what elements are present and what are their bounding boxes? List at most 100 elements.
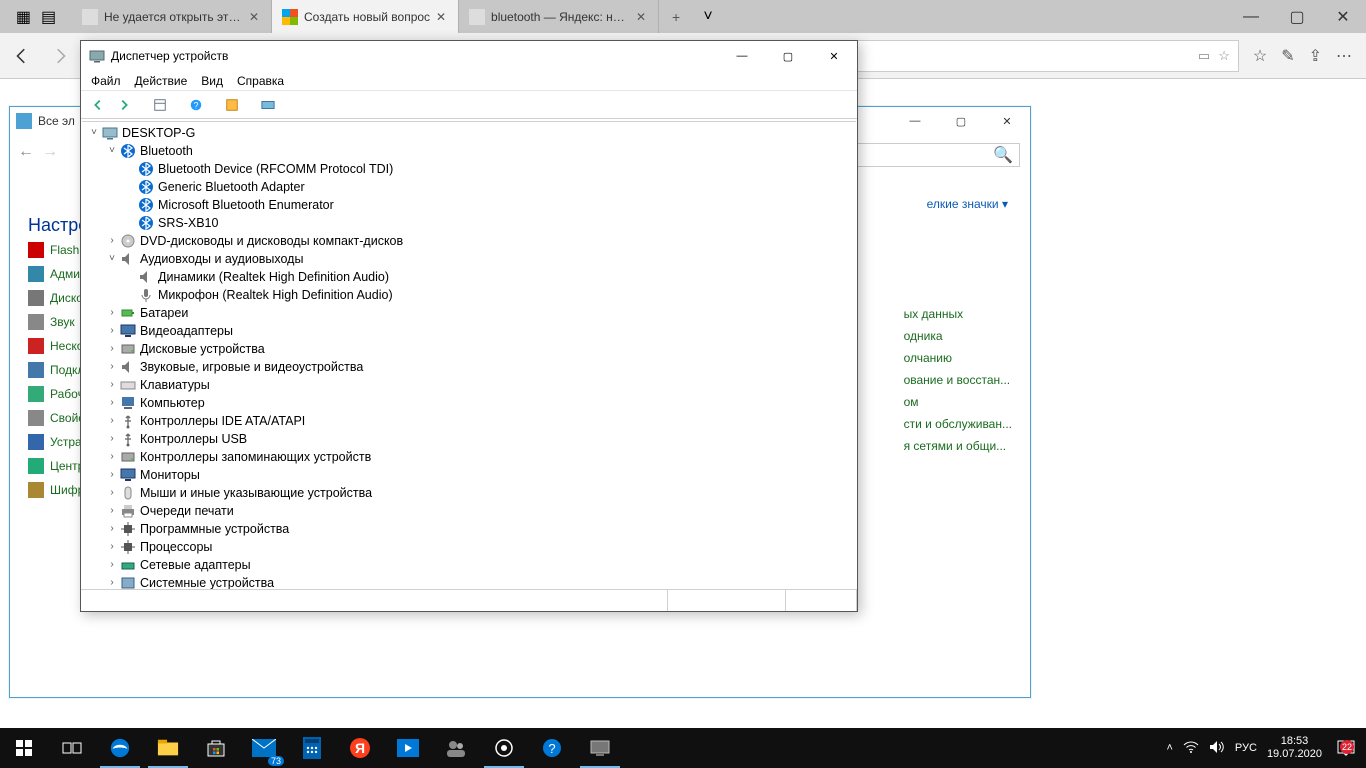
tree-node[interactable]: ›Батареи bbox=[84, 304, 856, 322]
share-icon[interactable]: ⇪ bbox=[1309, 46, 1322, 66]
reading-icon[interactable]: ▭ bbox=[1198, 48, 1210, 64]
dm-menu-item[interactable]: Действие bbox=[135, 74, 188, 88]
expand-toggle[interactable]: ˅ bbox=[106, 250, 118, 268]
tree-node[interactable]: ›DVD-дисководы и дисководы компакт-диско… bbox=[84, 232, 856, 250]
expand-toggle[interactable]: › bbox=[106, 340, 118, 358]
cp-forward-button[interactable]: → bbox=[42, 143, 58, 161]
maximize-button[interactable]: ▢ bbox=[1274, 0, 1320, 33]
tb-mail[interactable]: 73 bbox=[240, 728, 288, 768]
tool-back[interactable] bbox=[87, 94, 109, 116]
cp-link[interactable]: ование и восстан... bbox=[904, 373, 1012, 387]
dm-minimize[interactable]: — bbox=[719, 41, 765, 71]
expand-toggle[interactable]: › bbox=[106, 376, 118, 394]
cp-maximize[interactable]: ▢ bbox=[938, 107, 984, 135]
tree-node[interactable]: Generic Bluetooth Adapter bbox=[84, 178, 856, 196]
cp-view-mode[interactable]: елкие значки ▾ bbox=[927, 197, 1008, 211]
expand-toggle[interactable]: › bbox=[106, 502, 118, 520]
tree-node[interactable]: Микрофон (Realtek High Definition Audio) bbox=[84, 286, 856, 304]
expand-toggle[interactable]: › bbox=[106, 484, 118, 502]
cp-minimize[interactable]: — bbox=[892, 107, 938, 135]
dm-menu-item[interactable]: Справка bbox=[237, 74, 284, 88]
dm-menu-item[interactable]: Вид bbox=[201, 74, 223, 88]
tree-node[interactable]: ›Видеоадаптеры bbox=[84, 322, 856, 340]
tool-help[interactable]: ? bbox=[185, 94, 207, 116]
dm-menu-item[interactable]: Файл bbox=[91, 74, 121, 88]
tool-scan[interactable] bbox=[257, 94, 279, 116]
expand-toggle[interactable]: › bbox=[106, 520, 118, 538]
browser-tab[interactable]: Создать новый вопрос✕ bbox=[272, 0, 459, 33]
cp-link[interactable]: ых данных bbox=[904, 307, 1012, 321]
tb-explorer[interactable] bbox=[144, 728, 192, 768]
cp-link[interactable]: олчанию bbox=[904, 351, 1012, 365]
tree-node[interactable]: ›Дисковые устройства bbox=[84, 340, 856, 358]
notes-icon[interactable]: ✎ bbox=[1281, 46, 1294, 66]
tree-node[interactable]: ›Сетевые адаптеры bbox=[84, 556, 856, 574]
tb-yandex[interactable]: Я bbox=[336, 728, 384, 768]
tree-node[interactable]: ›Звуковые, игровые и видеоустройства bbox=[84, 358, 856, 376]
expand-toggle[interactable]: › bbox=[106, 538, 118, 556]
tree-node[interactable]: ˅Bluetooth bbox=[84, 142, 856, 160]
tree-node[interactable]: ›Клавиатуры bbox=[84, 376, 856, 394]
expand-toggle[interactable]: ˅ bbox=[88, 124, 100, 142]
tb-device-manager[interactable] bbox=[576, 728, 624, 768]
tree-node[interactable]: ›Программные устройства bbox=[84, 520, 856, 538]
tray-wifi-icon[interactable] bbox=[1183, 740, 1199, 757]
tree-node[interactable]: ›Компьютер bbox=[84, 394, 856, 412]
tray-clock[interactable]: 18:53 19.07.2020 bbox=[1267, 735, 1322, 761]
tb-edge[interactable] bbox=[96, 728, 144, 768]
browser-tab[interactable]: Не удается открыть эту стр✕ bbox=[72, 0, 272, 33]
tab-close-icon[interactable]: ✕ bbox=[434, 10, 448, 24]
tree-node[interactable]: Динамики (Realtek High Definition Audio) bbox=[84, 268, 856, 286]
expand-toggle[interactable]: › bbox=[106, 322, 118, 340]
tree-node[interactable]: ›Мониторы bbox=[84, 466, 856, 484]
tree-node[interactable]: ›Очереди печати bbox=[84, 502, 856, 520]
dm-tree[interactable]: ˅DESKTOP-G˅BluetoothBluetooth Device (RF… bbox=[82, 122, 856, 589]
tray-notifications[interactable]: 22 bbox=[1332, 740, 1360, 756]
forward-button[interactable] bbox=[44, 40, 76, 72]
expand-toggle[interactable]: › bbox=[106, 304, 118, 322]
more-icon[interactable]: ⋯ bbox=[1336, 46, 1352, 66]
tree-node[interactable]: ›Контроллеры IDE ATA/ATAPI bbox=[84, 412, 856, 430]
set-aside-icon[interactable]: ▦ bbox=[16, 7, 31, 27]
tree-node[interactable]: ›Процессоры bbox=[84, 538, 856, 556]
cp-link[interactable]: сти и обслуживан... bbox=[904, 417, 1012, 431]
expand-toggle[interactable]: › bbox=[106, 412, 118, 430]
tool-forward[interactable] bbox=[113, 94, 135, 116]
tray-volume-icon[interactable] bbox=[1209, 740, 1225, 757]
tree-node[interactable]: ›Контроллеры USB bbox=[84, 430, 856, 448]
tab-close-icon[interactable]: ✕ bbox=[247, 10, 261, 24]
tb-movies[interactable] bbox=[384, 728, 432, 768]
expand-toggle[interactable]: › bbox=[106, 574, 118, 589]
expand-toggle[interactable]: › bbox=[106, 466, 118, 484]
tab-preview-icon[interactable]: ▤ bbox=[41, 7, 56, 27]
dm-maximize[interactable]: ▢ bbox=[765, 41, 811, 71]
expand-toggle[interactable]: ˅ bbox=[106, 142, 118, 160]
tabs-dropdown[interactable]: ˅ bbox=[693, 0, 723, 33]
cp-close[interactable]: ✕ bbox=[984, 107, 1030, 135]
tree-node[interactable]: ›Системные устройства bbox=[84, 574, 856, 589]
tray-chevron[interactable]: ˄ bbox=[1166, 742, 1172, 754]
cp-back-button[interactable]: ← bbox=[18, 143, 34, 161]
cp-link[interactable]: одника bbox=[904, 329, 1012, 343]
tree-node[interactable]: SRS-XB10 bbox=[84, 214, 856, 232]
expand-toggle[interactable]: › bbox=[106, 232, 118, 250]
cp-link[interactable]: ом bbox=[904, 395, 1012, 409]
start-button[interactable] bbox=[0, 728, 48, 768]
tray-lang[interactable]: РУС bbox=[1235, 742, 1257, 754]
tree-node[interactable]: Microsoft Bluetooth Enumerator bbox=[84, 196, 856, 214]
favorite-icon[interactable]: ☆ bbox=[1218, 48, 1230, 64]
tb-people[interactable] bbox=[432, 728, 480, 768]
tool-properties[interactable] bbox=[221, 94, 243, 116]
dm-close[interactable]: ✕ bbox=[811, 41, 857, 71]
close-button[interactable]: ✕ bbox=[1320, 0, 1366, 33]
tree-node[interactable]: ˅Аудиовходы и аудиовыходы bbox=[84, 250, 856, 268]
tree-node[interactable]: Bluetooth Device (RFCOMM Protocol TDI) bbox=[84, 160, 856, 178]
tb-store[interactable] bbox=[192, 728, 240, 768]
favorites-icon[interactable]: ☆ bbox=[1253, 46, 1267, 66]
tab-close-icon[interactable]: ✕ bbox=[634, 10, 648, 24]
taskview-button[interactable] bbox=[48, 728, 96, 768]
tree-node[interactable]: ›Контроллеры запоминающих устройств bbox=[84, 448, 856, 466]
cp-link[interactable]: я сетями и общи... bbox=[904, 439, 1012, 453]
back-button[interactable] bbox=[6, 40, 38, 72]
minimize-button[interactable]: — bbox=[1228, 0, 1274, 33]
